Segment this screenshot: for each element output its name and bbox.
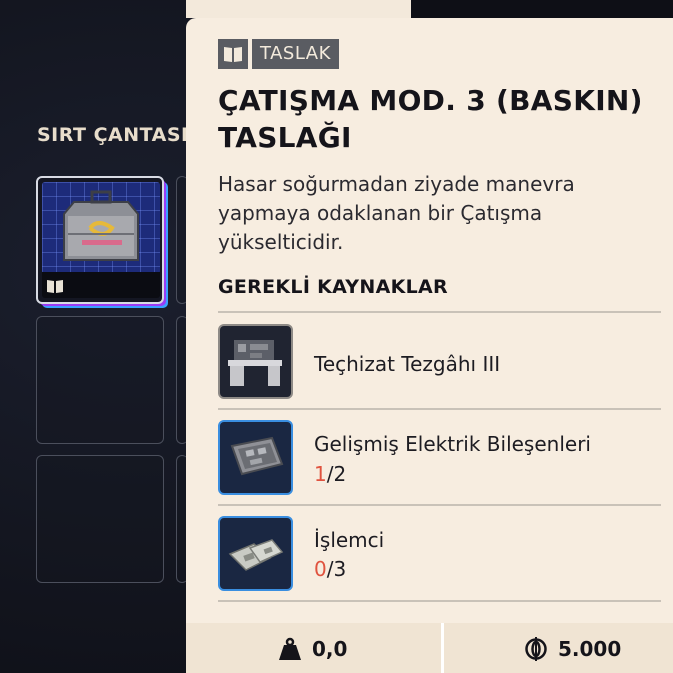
divider bbox=[218, 504, 661, 506]
resource-have: 0 bbox=[314, 557, 327, 581]
resource-count: 1/2 bbox=[314, 462, 346, 486]
weight-icon bbox=[279, 637, 301, 660]
resource-have: 1 bbox=[314, 462, 327, 486]
processor-icon bbox=[218, 516, 293, 591]
item-title-line: TASLAĞI bbox=[218, 121, 352, 154]
resource-need: /3 bbox=[326, 557, 347, 581]
divider bbox=[218, 311, 661, 313]
item-footer: 0,0 5.000 bbox=[186, 623, 673, 673]
coin-icon bbox=[525, 637, 547, 661]
inventory-slot[interactable] bbox=[36, 316, 164, 444]
book-icon bbox=[218, 39, 248, 69]
blueprint-crate-image bbox=[42, 182, 160, 274]
resource-count: 0/3 bbox=[314, 557, 346, 581]
weight-value: 0,0 bbox=[312, 637, 348, 661]
description-line: yapmaya odaklanan bir Çatışma bbox=[218, 201, 543, 225]
price-value: 5.000 bbox=[558, 637, 622, 661]
resources-heading: GEREKLİ KAYNAKLAR bbox=[218, 276, 448, 298]
footer-separator bbox=[441, 623, 444, 673]
inventory-slot[interactable] bbox=[36, 455, 164, 583]
top-strip bbox=[186, 0, 411, 18]
resource-name: Teçhizat Tezgâhı III bbox=[314, 352, 501, 376]
workbench-icon bbox=[218, 324, 293, 399]
item-title-line: ÇATIŞMA MOD. 3 (BASKIN) bbox=[218, 84, 643, 117]
divider bbox=[218, 408, 661, 410]
description-line: Hasar soğurmadan ziyade manevra bbox=[218, 172, 575, 196]
item-description: Hasar soğurmadan ziyade manevra yapmaya … bbox=[218, 170, 638, 257]
blueprint-tag: TASLAK bbox=[218, 38, 339, 70]
resource-name: Gelişmiş Elektrik Bileşenleri bbox=[314, 432, 591, 456]
inventory-slot-selected[interactable] bbox=[36, 176, 164, 304]
book-icon bbox=[47, 280, 63, 293]
weight-stat: 0,0 bbox=[278, 637, 347, 661]
resource-name: İşlemci bbox=[314, 528, 385, 552]
divider bbox=[218, 600, 661, 602]
resource-need: /2 bbox=[326, 462, 347, 486]
item-detail-panel: TASLAK ÇATIŞMA MOD. 3 (BASKIN) TASLAĞI H… bbox=[186, 18, 673, 623]
tag-label: TASLAK bbox=[252, 39, 339, 69]
price-stat: 5.000 bbox=[524, 637, 621, 661]
top-strip-dark bbox=[411, 0, 673, 18]
backpack-title: SIRT ÇANTASI bbox=[37, 124, 189, 146]
description-line: yükselticidir. bbox=[218, 230, 344, 254]
item-title: ÇATIŞMA MOD. 3 (BASKIN) TASLAĞI bbox=[218, 82, 658, 156]
electrical-components-icon bbox=[218, 420, 293, 495]
